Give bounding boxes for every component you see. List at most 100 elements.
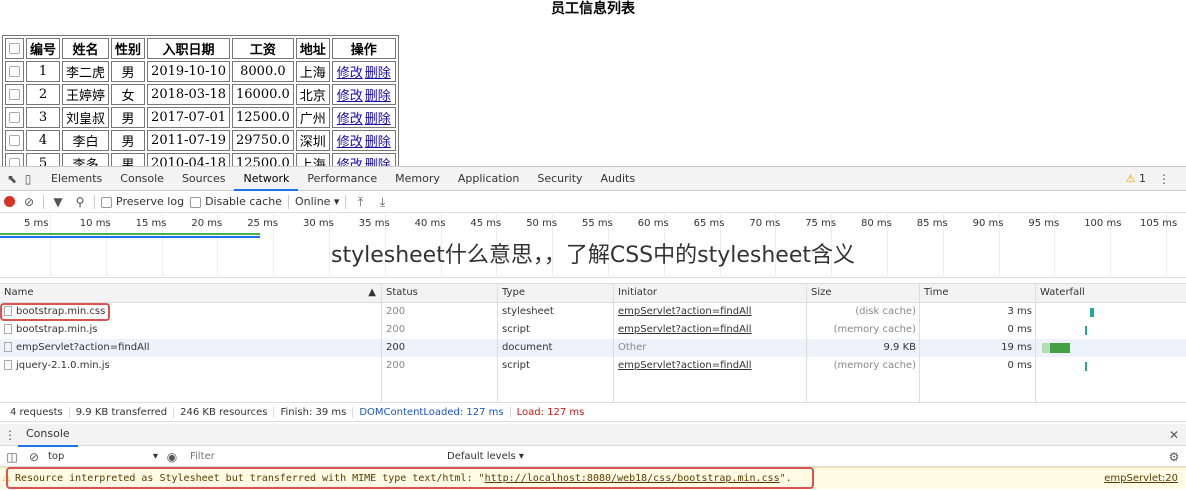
request-row[interactable]: empServlet?action=findAll 200 document O…	[0, 339, 1186, 357]
summary-finish: Finish: 39 ms	[274, 406, 354, 418]
live-expression-eye-icon[interactable]: ◉	[164, 449, 180, 465]
import-har-icon[interactable]: ⤒	[352, 194, 368, 210]
delete-link[interactable]: 删除	[365, 135, 391, 150]
throttle-select[interactable]: Online ▾	[295, 195, 340, 208]
header-status[interactable]: Status	[381, 284, 498, 302]
tab-security[interactable]: Security	[528, 167, 591, 191]
context-select[interactable]: top ▾	[48, 451, 158, 462]
timeline-tick-label: 75 ms	[805, 218, 837, 229]
log-levels-select[interactable]: Default levels ▾	[447, 451, 524, 462]
request-table-header: Name ▲ Status Type Initiator Size Time Wa…	[0, 283, 1186, 303]
col-name: 姓名	[62, 38, 110, 59]
request-initiator: Other	[613, 339, 807, 357]
tab-elements[interactable]: Elements	[42, 167, 111, 191]
request-time: 0 ms	[919, 357, 1036, 375]
edit-link[interactable]: 修改	[337, 66, 363, 81]
col-date: 入职日期	[147, 38, 230, 59]
timeline-tick-label: 40 ms	[414, 218, 446, 229]
tab-audits[interactable]: Audits	[592, 167, 645, 191]
waterfall-bar	[1090, 308, 1094, 317]
edit-link[interactable]: 修改	[337, 112, 363, 127]
tab-sources[interactable]: Sources	[173, 167, 235, 191]
request-size: (memory cache)	[806, 321, 920, 339]
cell-salary: 29750.0	[232, 130, 294, 151]
row-checkbox[interactable]	[5, 130, 24, 151]
file-icon	[4, 324, 12, 334]
preserve-log-checkbox[interactable]: Preserve log	[101, 195, 184, 208]
cell-id: 4	[26, 130, 61, 151]
row-checkbox[interactable]	[5, 107, 24, 128]
timeline-tick-label: 25 ms	[247, 218, 279, 229]
summary-dom-loaded: DOMContentLoaded: 127 ms	[353, 406, 511, 418]
header-type[interactable]: Type	[497, 284, 614, 302]
console-settings-icon[interactable]: ⚙	[1166, 449, 1182, 465]
table-row: 1 李二虎 男 2019-10-10 8000.0 上海 修改 删除	[5, 61, 396, 82]
tab-application[interactable]: Application	[449, 167, 528, 191]
disable-cache-checkbox[interactable]: Disable cache	[190, 195, 282, 208]
col-address: 地址	[295, 38, 330, 59]
devtools-panel: ⬉ ▯ Elements Console Sources Network Per…	[0, 166, 1186, 490]
console-toolbar: ◫ ⊘ top▾ ◉ Default levels ▾ ⚙	[0, 447, 1186, 467]
edit-link[interactable]: 修改	[337, 89, 363, 104]
close-drawer-icon[interactable]: ✕	[1166, 427, 1182, 443]
summary-requests: 4 requests	[4, 406, 70, 418]
request-time: 3 ms	[919, 303, 1036, 321]
row-checkbox[interactable]	[5, 61, 24, 82]
summary-transferred: 9.9 KB transferred	[70, 406, 175, 418]
inspect-element-icon[interactable]: ⬉	[4, 171, 20, 187]
summary-load: Load: 127 ms	[516, 406, 585, 418]
request-row[interactable]: jquery-2.1.0.min.js 200 script empServle…	[0, 357, 1186, 375]
col-salary: 工资	[232, 38, 294, 59]
cell-date: 2011-07-19	[147, 130, 230, 151]
network-toolbar: ⊘ ▼ ⚲ Preserve log Disable cache Online …	[0, 191, 1186, 213]
delete-link[interactable]: 删除	[365, 89, 391, 104]
request-status: 200	[381, 357, 498, 375]
delete-link[interactable]: 删除	[365, 112, 391, 127]
timeline-tick-label: 80 ms	[861, 218, 892, 229]
request-initiator[interactable]: empServlet?action=findAll	[618, 306, 751, 317]
timeline-tick-label: 15 ms	[135, 218, 167, 229]
drawer-menu-icon[interactable]: ⋮	[2, 427, 18, 443]
drawer-tab-console[interactable]: Console	[18, 423, 78, 447]
console-filter-input[interactable]	[186, 448, 441, 465]
timeline-tick-label: 60 ms	[637, 218, 669, 229]
more-options-icon[interactable]: ⋮	[1156, 171, 1172, 187]
cell-gender: 男	[111, 130, 146, 151]
request-name: jquery-2.1.0.min.js	[16, 360, 110, 371]
clear-console-icon[interactable]: ⊘	[26, 449, 42, 465]
timeline-tick-label: 20 ms	[191, 218, 223, 229]
warning-counter[interactable]: ⚠ 1	[1126, 167, 1146, 191]
tab-memory[interactable]: Memory	[386, 167, 449, 191]
timeline-tick-label: 105 ms	[1140, 218, 1178, 229]
select-all-checkbox[interactable]	[5, 38, 24, 59]
tab-console[interactable]: Console	[111, 167, 173, 191]
cell-name: 李二虎	[62, 61, 110, 82]
row-checkbox[interactable]	[5, 84, 24, 105]
sidebar-toggle-icon[interactable]: ◫	[4, 449, 20, 465]
header-initiator[interactable]: Initiator	[613, 284, 807, 302]
request-initiator[interactable]: empServlet?action=findAll	[618, 360, 751, 371]
export-har-icon[interactable]: ⤓	[374, 194, 390, 210]
request-row[interactable]: bootstrap.min.js 200 script empServlet?a…	[0, 321, 1186, 339]
cell-salary: 12500.0	[232, 107, 294, 128]
header-time[interactable]: Time	[919, 284, 1036, 302]
table-row: 2 王婷婷 女 2018-03-18 16000.0 北京 修改 删除	[5, 84, 396, 105]
warning-source-link[interactable]: empServlet:20	[1104, 473, 1178, 484]
cell-id: 3	[26, 107, 61, 128]
header-size[interactable]: Size	[806, 284, 920, 302]
tab-performance[interactable]: Performance	[298, 167, 386, 191]
request-row[interactable]: bootstrap.min.css 200 stylesheet empServ…	[0, 303, 1186, 321]
request-initiator[interactable]: empServlet?action=findAll	[618, 324, 751, 335]
filter-icon[interactable]: ▼	[50, 194, 66, 210]
header-name[interactable]: Name ▲	[0, 284, 382, 302]
tab-network[interactable]: Network	[234, 167, 299, 191]
header-waterfall[interactable]: Waterfall	[1035, 284, 1186, 302]
timeline-tick-label: 5 ms	[24, 218, 49, 229]
search-icon[interactable]: ⚲	[72, 194, 88, 210]
device-toolbar-icon[interactable]: ▯	[20, 171, 36, 187]
timeline-tick-label: 45 ms	[470, 218, 502, 229]
edit-link[interactable]: 修改	[337, 135, 363, 150]
record-icon[interactable]	[4, 196, 15, 207]
clear-icon[interactable]: ⊘	[21, 194, 37, 210]
delete-link[interactable]: 删除	[365, 66, 391, 81]
